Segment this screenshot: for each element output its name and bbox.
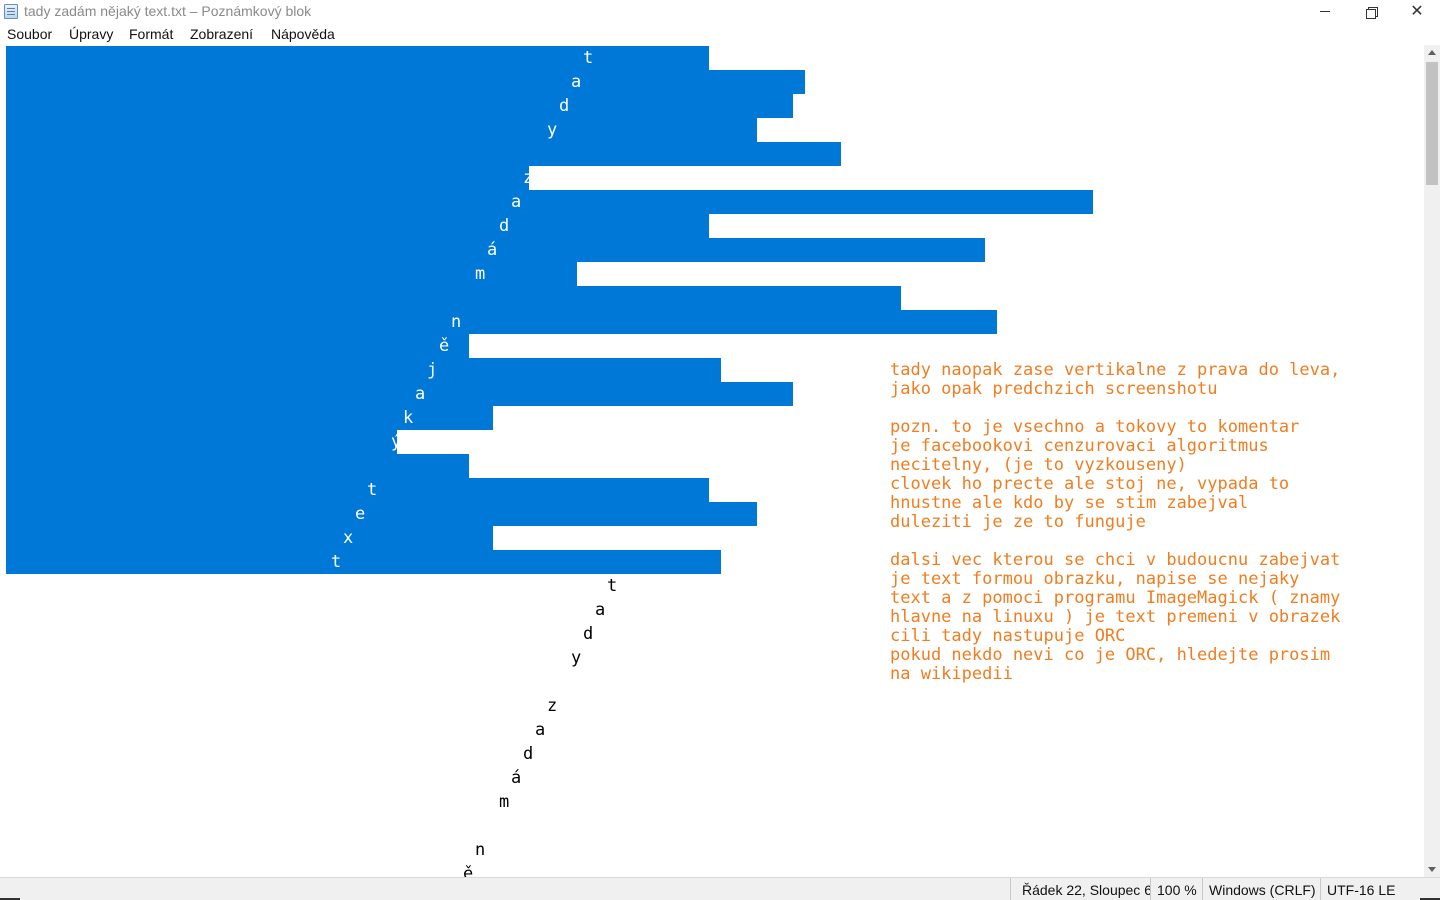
comment-line: dalsi vec kterou se chci v budoucnu zabe… [890, 550, 1341, 570]
selection-line [6, 190, 1093, 214]
selected-glyph: a [511, 192, 522, 212]
restore-button[interactable] [1348, 0, 1394, 23]
selection-line [6, 118, 757, 142]
comment-line: na wikipedii [890, 664, 1013, 684]
comment-line: hlavne na linuxu ) je text premeni v obr… [890, 607, 1341, 627]
zoom-level: 100 % [1150, 878, 1202, 900]
comment-text: tady naopak zase vertikalne z prava do l… [890, 361, 1340, 684]
unselected-glyph: t [607, 576, 618, 596]
unselected-glyph: d [523, 744, 534, 764]
selection-line [6, 46, 709, 70]
selected-glyph: x [343, 528, 354, 548]
selection-line [6, 214, 709, 238]
comment-line [890, 532, 1340, 551]
selected-glyph: a [571, 72, 582, 92]
comment-line: hnustne ale kdo by se stim zabejval [890, 493, 1249, 513]
line-endings: Windows (CRLF) [1202, 878, 1320, 900]
restore-icon [1366, 6, 1378, 19]
comment-line: pozn. to je vsechno a tokovy to komentar [890, 417, 1300, 437]
selection-line [6, 310, 997, 334]
selection-line [6, 70, 805, 94]
menu-bar: Soubor Úpravy Formát Zobrazení Nápověda [0, 23, 1440, 45]
selected-glyph: a [415, 384, 426, 404]
menu-napoveda[interactable]: Nápověda [271, 26, 335, 42]
encoding: UTF-16 LE [1320, 878, 1424, 900]
selection-line [6, 262, 577, 286]
selection-line [6, 94, 793, 118]
comment-line: duleziti je ze to funguje [890, 512, 1146, 532]
comment-line: jako opak predchzich screenshotu [890, 379, 1218, 399]
close-button[interactable]: ✕ [1394, 0, 1440, 23]
selection-line [6, 526, 493, 550]
comment-line [890, 399, 1340, 418]
selection-line [6, 430, 397, 454]
selected-glyph: m [475, 264, 486, 284]
comment-line: tady naopak zase vertikalne z prava do l… [890, 360, 1341, 380]
selection-line [6, 550, 721, 574]
menu-zobrazeni[interactable]: Zobrazení [190, 26, 253, 42]
menu-upravy[interactable]: Úpravy [69, 26, 113, 42]
comment-line: je facebookovi cenzurovaci algoritmus [890, 436, 1269, 456]
unselected-glyph: ě [463, 864, 474, 877]
selected-glyph: j [427, 360, 438, 380]
selection-line [6, 334, 469, 358]
minimize-icon [1320, 11, 1330, 12]
selection-line [6, 406, 493, 430]
selected-glyph: ý [391, 432, 402, 452]
selected-glyph: t [367, 480, 378, 500]
notepad-icon [4, 4, 18, 19]
selection-line [6, 382, 793, 406]
selected-glyph: t [331, 552, 342, 572]
selected-glyph: d [499, 216, 510, 236]
comment-line: cili tady nastupuje ORC [890, 626, 1126, 646]
selected-glyph: k [403, 408, 414, 428]
unselected-glyph: a [535, 720, 546, 740]
scroll-thumb[interactable] [1426, 62, 1438, 185]
selection-line [6, 358, 721, 382]
minimize-button[interactable] [1302, 0, 1348, 23]
scroll-down-icon[interactable] [1428, 867, 1436, 872]
vertical-scrollbar[interactable] [1424, 45, 1440, 877]
selection-line [6, 142, 841, 166]
unselected-glyph: z [547, 696, 558, 716]
text-editor[interactable]: tady naopak zase vertikalne z prava do l… [0, 45, 1424, 877]
comment-line: necitelny, (je to vyzkouseny) [890, 455, 1187, 475]
unselected-glyph: a [595, 600, 606, 620]
close-icon: ✕ [1410, 2, 1424, 20]
title-bar[interactable]: tady zadám nějaký text.txt – Poznámkový … [0, 0, 1440, 23]
selection-line [6, 502, 757, 526]
selected-glyph: n [451, 312, 462, 332]
status-bar: Řádek 22, Sloupec 6 100 % Windows (CRLF)… [0, 877, 1440, 900]
selected-glyph: t [583, 48, 594, 68]
unselected-glyph: y [571, 648, 582, 668]
selection-line [6, 478, 709, 502]
comment-line: clovek ho precte ale stoj ne, vypada to [890, 474, 1290, 494]
selection-line [6, 166, 529, 190]
unselected-glyph: n [475, 840, 486, 860]
comment-line: je text formou obrazku, napise se nejaky [890, 569, 1300, 589]
selected-glyph: d [559, 96, 570, 116]
selected-glyph: ě [439, 336, 450, 356]
comment-line: pokud nekdo nevi co je ORC, hledejte pro… [890, 645, 1331, 665]
scroll-up-icon[interactable] [1428, 50, 1436, 55]
menu-soubor[interactable]: Soubor [7, 26, 52, 42]
selected-glyph: á [487, 240, 498, 260]
unselected-glyph: m [499, 792, 510, 812]
window-title: tady zadám nějaký text.txt – Poznámkový … [24, 3, 312, 19]
menu-format[interactable]: Formát [129, 26, 173, 42]
selected-glyph: y [547, 120, 558, 140]
comment-line: text a z pomoci programu ImageMagick ( z… [890, 588, 1341, 608]
unselected-glyph: d [583, 624, 594, 644]
selected-glyph: e [355, 504, 366, 524]
cursor-position: Řádek 22, Sloupec 6 [1010, 878, 1150, 900]
selected-glyph: z [523, 168, 534, 188]
selection-line [6, 286, 901, 310]
selection-line [6, 454, 469, 478]
unselected-glyph: á [511, 768, 522, 788]
